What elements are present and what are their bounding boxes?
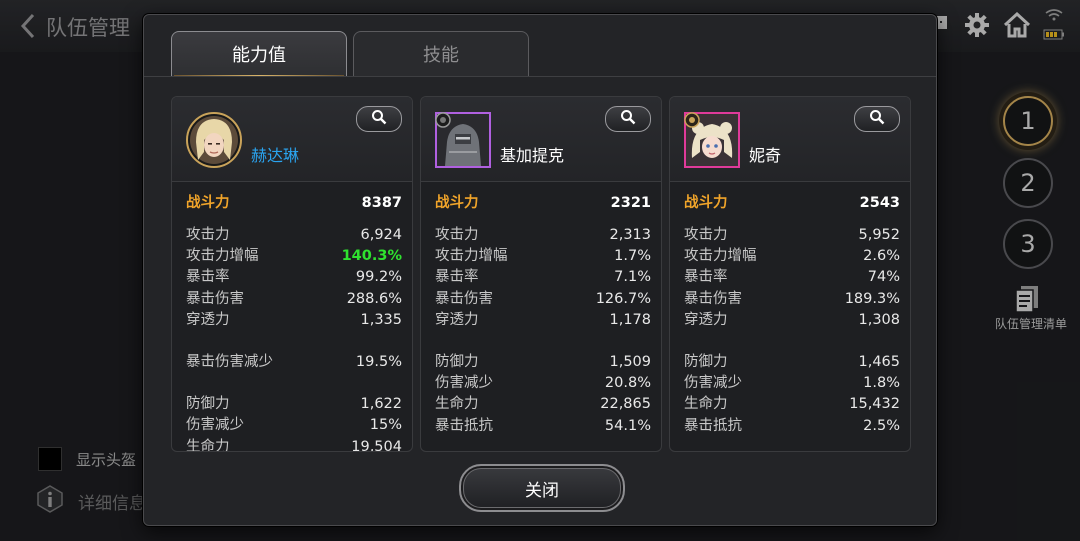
character-card-2: 基加提克 战斗力 2321 攻击力 2,313 攻击力增幅 1.7% 暴击率 7.1% … bbox=[420, 96, 662, 452]
search-icon bbox=[869, 109, 885, 129]
stat-row: 暴击率 74% bbox=[684, 269, 900, 286]
stat-row: 攻击力增幅 2.6% bbox=[684, 248, 900, 265]
close-button[interactable]: 关闭 bbox=[459, 464, 625, 512]
stat-row: 生命力 15,432 bbox=[684, 396, 900, 413]
stat-row: 防御力 1,509 bbox=[435, 353, 651, 370]
stats-list: 战斗力 8387 攻击力 6,924 攻击力增幅 140.3% 暴击率 99.2% 暴击… bbox=[186, 193, 402, 452]
stat-row: 防御力 1,622 bbox=[186, 396, 402, 413]
tab-divider bbox=[144, 76, 936, 77]
stat-row: 暴击率 7.1% bbox=[435, 269, 651, 286]
tab-skills[interactable]: 技能 bbox=[353, 31, 529, 76]
stat-spacer bbox=[186, 373, 402, 394]
character-name: 赫达琳 bbox=[251, 146, 300, 165]
card-header: 妮奇 bbox=[670, 97, 910, 182]
stat-row: 攻击力 6,924 bbox=[186, 227, 402, 243]
search-icon bbox=[371, 109, 387, 129]
stat-row: 生命力 19,504 bbox=[186, 438, 402, 452]
stats-list: 战斗力 2321 攻击力 2,313 攻击力增幅 1.7% 暴击率 7.1% 暴击伤害 1… bbox=[435, 193, 651, 437]
character-name: 妮奇 bbox=[749, 146, 782, 165]
stat-spacer bbox=[684, 331, 900, 352]
stat-row: 暴击伤害 126.7% bbox=[435, 290, 651, 307]
character-name: 基加提克 bbox=[500, 146, 565, 165]
inspect-button[interactable] bbox=[854, 106, 900, 132]
card-header: 基加提克 bbox=[421, 97, 661, 182]
stat-row: 暴击伤害 189.3% bbox=[684, 290, 900, 307]
stats-modal: 能力值 技能 赫达琳 战斗力 8387 攻击力 6,924 攻击力增幅 140.… bbox=[143, 14, 937, 526]
inspect-button[interactable] bbox=[605, 106, 651, 132]
stat-row: 伤害减少 20.8% bbox=[435, 375, 651, 392]
stat-row: 穿透力 1,178 bbox=[435, 311, 651, 328]
stat-row: 穿透力 1,308 bbox=[684, 311, 900, 328]
stat-row: 暴击抵抗 54.1% bbox=[435, 417, 651, 434]
stat-row: 生命力 22,865 bbox=[435, 396, 651, 413]
stat-spacer bbox=[435, 331, 651, 352]
card-header: 赫达琳 bbox=[172, 97, 412, 182]
search-icon bbox=[620, 109, 636, 129]
inspect-button[interactable] bbox=[356, 106, 402, 132]
stat-row: 防御力 1,465 bbox=[684, 353, 900, 370]
character-card-1: 赫达琳 战斗力 8387 攻击力 6,924 攻击力增幅 140.3% 暴击率 99.2… bbox=[171, 96, 413, 452]
character-card-3: 妮奇 战斗力 2543 攻击力 5,952 攻击力增幅 2.6% 暴击率 74% 暴击伤… bbox=[669, 96, 911, 452]
combat-power-row: 战斗力 2321 bbox=[435, 195, 651, 211]
stat-row: 暴击伤害减少 19.5% bbox=[186, 353, 402, 370]
stats-list: 战斗力 2543 攻击力 5,952 攻击力增幅 2.6% 暴击率 74% 暴击伤害 18… bbox=[684, 193, 900, 437]
stat-row: 暴击伤害 288.6% bbox=[186, 290, 402, 307]
combat-power-row: 战斗力 2543 bbox=[684, 195, 900, 211]
stat-spacer bbox=[186, 331, 402, 352]
tab-stats[interactable]: 能力值 bbox=[171, 31, 347, 77]
stat-row: 暴击率 99.2% bbox=[186, 269, 402, 286]
combat-power-row: 战斗力 8387 bbox=[186, 195, 402, 211]
stat-row: 攻击力增幅 1.7% bbox=[435, 248, 651, 265]
character-portrait bbox=[435, 112, 491, 168]
stat-row: 伤害减少 1.8% bbox=[684, 375, 900, 392]
character-portrait bbox=[186, 112, 242, 168]
stat-row: 暴击抵抗 2.5% bbox=[684, 417, 900, 434]
stat-row: 穿透力 1,335 bbox=[186, 311, 402, 328]
character-portrait bbox=[684, 112, 740, 168]
stat-row: 伤害减少 15% bbox=[186, 417, 402, 434]
stat-row: 攻击力 2,313 bbox=[435, 227, 651, 243]
stat-row: 攻击力 5,952 bbox=[684, 227, 900, 243]
stat-row: 攻击力增幅 140.3% bbox=[186, 248, 402, 265]
